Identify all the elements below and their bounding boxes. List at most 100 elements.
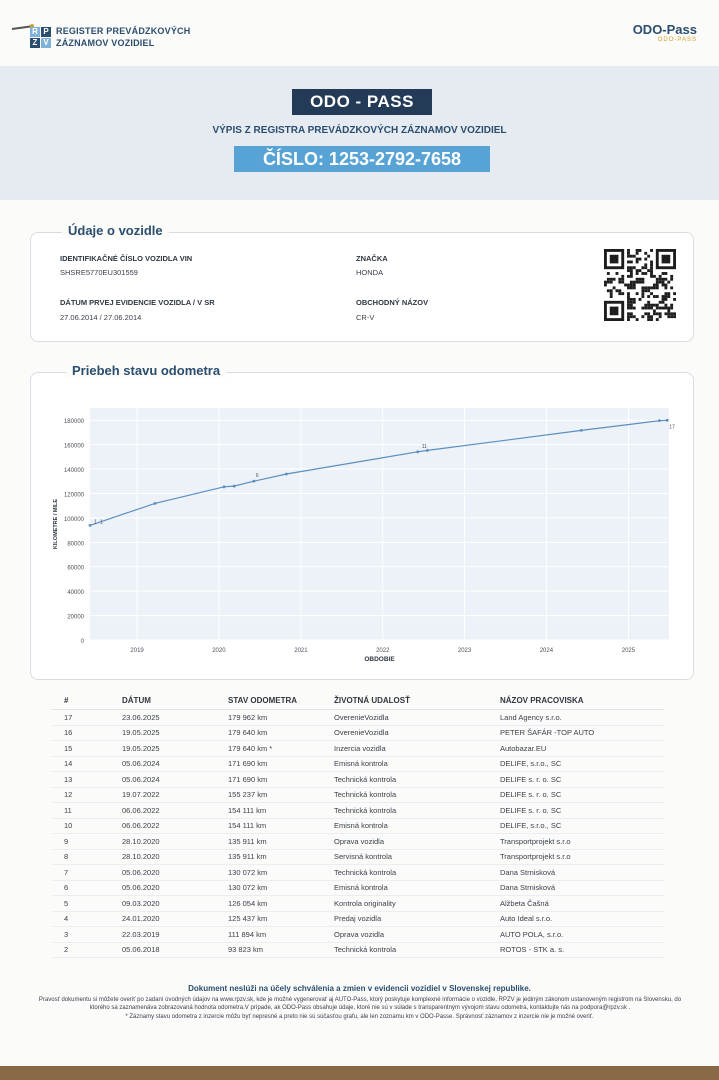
row-index: 15 xyxy=(52,740,122,757)
row-date: 06.06.2022 xyxy=(122,818,228,834)
register-name-line1: REGISTER PREVÁDZKOVÝCH xyxy=(56,26,191,36)
odometer-section-title: Priebeh stavu odometra xyxy=(66,363,227,378)
table-row: 4 24.01.2020 125 437 km Predaj vozidla Auto … xyxy=(52,911,664,927)
row-workplace: Land Agency s.r.o. xyxy=(500,709,664,726)
table-row: 12 19.07.2022 155 237 km Technická kontrola… xyxy=(52,787,664,803)
row-event: Technická kontrola xyxy=(334,771,500,788)
row-workplace: DELIFE s. r. o. SC xyxy=(500,802,664,819)
row-index: 17 xyxy=(52,709,122,726)
row-workplace: DELIFE s. r. o. SC xyxy=(500,787,664,803)
row-index: 14 xyxy=(52,756,122,772)
row-date: 22.03.2019 xyxy=(122,926,228,943)
row-workplace: PETER ŠAFÁR -TOP AUTO xyxy=(500,725,664,741)
vehicle-section-title: Údaje o vozidle xyxy=(62,223,169,238)
point-label: 11 xyxy=(422,444,427,450)
row-index: 5 xyxy=(52,895,122,912)
row-event: Emisná kontrola xyxy=(334,818,500,834)
y-tick-label: 160000 xyxy=(64,444,85,450)
table-row: 16 19.05.2025 179 640 km OverenieVozidla PET… xyxy=(52,725,664,741)
first-registration-label: DÁTUM PRVEJ EVIDENCIE VOZIDLA / V SR xyxy=(60,298,215,307)
row-workplace: Transportprojekt s.r.o xyxy=(500,833,664,850)
row-odometer: 155 237 km xyxy=(228,787,334,803)
x-axis-label: OBDOBIE xyxy=(364,656,395,663)
trade-name-value: CR-V xyxy=(356,313,375,322)
history-table: # DÁTUM STAV ODOMETRA ŽIVOTNÁ UDALOSŤ NÁ… xyxy=(52,696,664,958)
history-header-row: # DÁTUM STAV ODOMETRA ŽIVOTNÁ UDALOSŤ NÁ… xyxy=(52,696,664,710)
row-date: 28.10.2020 xyxy=(122,849,228,865)
qr-code-icon[interactable] xyxy=(604,249,676,321)
data-point xyxy=(284,472,288,476)
x-tick-label: 2021 xyxy=(294,648,308,654)
x-tick-label: 2019 xyxy=(130,648,144,654)
x-tick-label: 2024 xyxy=(540,648,554,654)
row-workplace: Transportprojekt s.r.o xyxy=(500,849,664,865)
col-header-date: DÁTUM xyxy=(122,696,228,710)
row-date: 23.06.2025 xyxy=(122,709,228,726)
odo-pass-logo-sub: ODO-PASS xyxy=(657,37,697,43)
row-index: 3 xyxy=(52,926,122,943)
row-workplace: Dana Strnisková xyxy=(500,880,664,896)
odo-pass-logo: ODO-Pass ODO-PASS xyxy=(633,22,697,43)
row-index: 9 xyxy=(52,833,122,850)
y-tick-label: 180000 xyxy=(64,419,85,425)
vehicle-card xyxy=(30,232,694,342)
row-odometer: 154 111 km xyxy=(228,802,334,819)
row-odometer: 125 437 km xyxy=(228,911,334,927)
row-workplace: DELIFE, s.r.o., SC xyxy=(500,818,664,834)
table-row: 7 05.06.2020 130 072 km Technická kontrola D… xyxy=(52,864,664,881)
point-label: 1 xyxy=(94,519,97,525)
row-date: 28.10.2020 xyxy=(122,833,228,850)
row-event: Oprava vozidla xyxy=(334,833,500,850)
trade-name-label: OBCHODNÝ NÁZOV xyxy=(356,298,429,307)
col-header-odometer: STAV ODOMETRA xyxy=(228,696,334,710)
register-name: REGISTER PREVÁDZKOVÝCH ZÁZNAMOV VOZIDIEL xyxy=(56,25,190,49)
table-row: 9 28.10.2020 135 911 km Oprava vozidla Trans… xyxy=(52,833,664,850)
data-point xyxy=(416,450,420,454)
y-tick-label: 120000 xyxy=(64,492,85,498)
row-date: 19.05.2025 xyxy=(122,740,228,757)
row-date: 05.06.2020 xyxy=(122,864,228,881)
row-index: 8 xyxy=(52,849,122,865)
row-workplace: Dana Strnisková xyxy=(500,864,664,881)
row-index: 4 xyxy=(52,911,122,927)
table-row: 10 06.06.2022 154 111 km Emisná kontrola DEL… xyxy=(52,818,664,834)
col-header-event: ŽIVOTNÁ UDALOSŤ xyxy=(334,696,500,710)
table-row: 11 06.06.2022 154 111 km Technická kontrola… xyxy=(52,802,664,819)
brand-value: HONDA xyxy=(356,268,384,277)
odometer-chart: 0 20000 40000 60000 80000 100000 120000 140000 1… xyxy=(53,408,675,663)
data-point xyxy=(232,484,236,488)
row-event: Oprava vozidla xyxy=(334,926,500,943)
row-date: 06.06.2022 xyxy=(122,802,228,819)
table-row: 2 05.06.2018 93 823 km Technická kontrola RO… xyxy=(52,942,664,958)
y-axis-label: KILOMETRE / MILE xyxy=(53,499,59,549)
row-index: 16 xyxy=(52,725,122,741)
row-date: 19.05.2025 xyxy=(122,725,228,741)
row-index: 7 xyxy=(52,864,122,881)
row-date: 05.06.2018 xyxy=(122,942,228,958)
row-odometer: 179 640 km * xyxy=(228,740,334,757)
row-odometer: 179 640 km xyxy=(228,725,334,741)
point-label: 17 xyxy=(669,424,675,430)
row-odometer: 130 072 km xyxy=(228,880,334,896)
table-surface xyxy=(0,1066,719,1080)
row-odometer: 93 823 km xyxy=(228,942,334,958)
y-tick-label: 60000 xyxy=(67,566,84,572)
row-workplace: Autobazar.EU xyxy=(500,740,664,757)
row-date: 24.01.2020 xyxy=(122,911,228,927)
row-workplace: DELIFE, s.r.o., SC xyxy=(500,756,664,772)
footer-small-print: Pravosť dokumentu si môžete overiť po za… xyxy=(38,997,682,1011)
row-odometer: 154 111 km xyxy=(228,818,334,834)
odo-pass-badge: ODO - PASS xyxy=(292,89,432,115)
data-point xyxy=(252,479,256,483)
y-tick-label: 20000 xyxy=(67,615,84,621)
row-odometer: 171 690 km xyxy=(228,771,334,788)
row-index: 2 xyxy=(52,942,122,958)
data-point xyxy=(222,485,226,489)
row-date: 05.06.2024 xyxy=(122,756,228,772)
row-index: 13 xyxy=(52,771,122,788)
row-date: 09.03.2020 xyxy=(122,895,228,912)
plot-area xyxy=(90,408,669,640)
y-tick-label: 0 xyxy=(81,639,85,645)
table-row: 14 05.06.2024 171 690 km Emisná kontrola DEL… xyxy=(52,756,664,772)
row-event: Technická kontrola xyxy=(334,942,500,958)
